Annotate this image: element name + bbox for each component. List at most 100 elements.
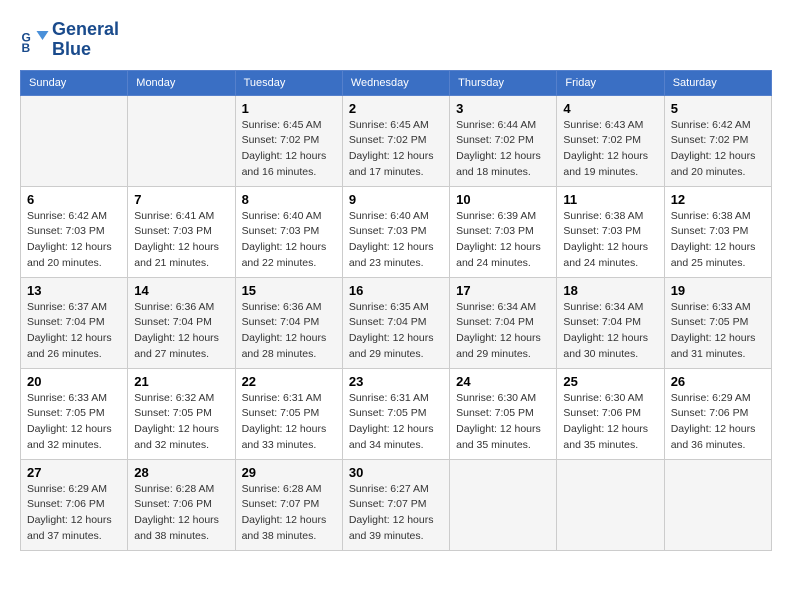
day-number: 17 xyxy=(456,283,550,298)
day-number: 2 xyxy=(349,101,443,116)
day-number: 10 xyxy=(456,192,550,207)
calendar-day-cell: 23Sunrise: 6:31 AM Sunset: 7:05 PM Dayli… xyxy=(342,368,449,459)
day-info: Sunrise: 6:30 AM Sunset: 7:05 PM Dayligh… xyxy=(456,391,550,454)
day-info: Sunrise: 6:44 AM Sunset: 7:02 PM Dayligh… xyxy=(456,118,550,181)
day-info: Sunrise: 6:32 AM Sunset: 7:05 PM Dayligh… xyxy=(134,391,228,454)
day-info: Sunrise: 6:36 AM Sunset: 7:04 PM Dayligh… xyxy=(134,300,228,363)
day-number: 9 xyxy=(349,192,443,207)
calendar-day-cell: 18 Sunrise: 6:34 AM Sunset: 7:04 PM Dayli… xyxy=(557,277,664,368)
calendar-day-cell: 2 Sunrise: 6:45 AM Sunset: 7:02 PM Daylig… xyxy=(342,95,449,186)
day-number: 21 xyxy=(134,374,228,389)
day-info: Sunrise: 6:27 AM Sunset: 7:07 PM Dayligh… xyxy=(349,482,443,545)
day-info: Sunrise: 6:42 AM Sunset: 7:03 PM Dayligh… xyxy=(27,209,121,272)
day-number: 1 xyxy=(242,101,336,116)
day-info: Sunrise: 6:30 AM Sunset: 7:06 PM Dayligh… xyxy=(563,391,657,454)
weekday-header: Wednesday xyxy=(342,70,449,95)
day-info: Sunrise: 6:29 AM Sunset: 7:06 PM Dayligh… xyxy=(27,482,121,545)
day-number: 20 xyxy=(27,374,121,389)
day-number: 13 xyxy=(27,283,121,298)
day-info: Sunrise: 6:33 AM Sunset: 7:05 PM Dayligh… xyxy=(27,391,121,454)
day-number: 22 xyxy=(242,374,336,389)
day-number: 30 xyxy=(349,465,443,480)
day-info: Sunrise: 6:38 AM Sunset: 7:03 PM Dayligh… xyxy=(563,209,657,272)
calendar-day-cell: 3 Sunrise: 6:44 AM Sunset: 7:02 PM Daylig… xyxy=(450,95,557,186)
calendar-day-cell: 28Sunrise: 6:28 AM Sunset: 7:06 PM Dayli… xyxy=(128,459,235,550)
calendar-table: SundayMondayTuesdayWednesdayThursdayFrid… xyxy=(20,70,772,551)
day-number: 8 xyxy=(242,192,336,207)
day-info: Sunrise: 6:37 AM Sunset: 7:04 PM Dayligh… xyxy=(27,300,121,363)
weekday-header: Friday xyxy=(557,70,664,95)
calendar-week-row: 20 Sunrise: 6:33 AM Sunset: 7:05 PM Dayli… xyxy=(21,368,772,459)
day-info: Sunrise: 6:40 AM Sunset: 7:03 PM Dayligh… xyxy=(242,209,336,272)
calendar-day-cell: 14 Sunrise: 6:36 AM Sunset: 7:04 PM Dayli… xyxy=(128,277,235,368)
weekday-header: Sunday xyxy=(21,70,128,95)
calendar-day-cell: 20 Sunrise: 6:33 AM Sunset: 7:05 PM Dayli… xyxy=(21,368,128,459)
calendar-day-cell: 22 Sunrise: 6:31 AM Sunset: 7:05 PM Dayli… xyxy=(235,368,342,459)
calendar-day-cell: 26Sunrise: 6:29 AM Sunset: 7:06 PM Dayli… xyxy=(664,368,771,459)
weekday-header: Saturday xyxy=(664,70,771,95)
calendar-day-cell: 17 Sunrise: 6:34 AM Sunset: 7:04 PM Dayli… xyxy=(450,277,557,368)
day-info: Sunrise: 6:31 AM Sunset: 7:05 PM Dayligh… xyxy=(242,391,336,454)
calendar-day-cell: 21 Sunrise: 6:32 AM Sunset: 7:05 PM Dayli… xyxy=(128,368,235,459)
calendar-day-cell: 11Sunrise: 6:38 AM Sunset: 7:03 PM Dayli… xyxy=(557,186,664,277)
day-number: 26 xyxy=(671,374,765,389)
day-number: 29 xyxy=(242,465,336,480)
calendar-day-cell: 27 Sunrise: 6:29 AM Sunset: 7:06 PM Dayli… xyxy=(21,459,128,550)
day-info: Sunrise: 6:35 AM Sunset: 7:04 PM Dayligh… xyxy=(349,300,443,363)
logo-icon: G B xyxy=(20,25,50,55)
calendar-day-cell: 6 Sunrise: 6:42 AM Sunset: 7:03 PM Daylig… xyxy=(21,186,128,277)
day-info: Sunrise: 6:41 AM Sunset: 7:03 PM Dayligh… xyxy=(134,209,228,272)
calendar-day-cell: 29 Sunrise: 6:28 AM Sunset: 7:07 PM Dayli… xyxy=(235,459,342,550)
calendar-day-cell: 1 Sunrise: 6:45 AM Sunset: 7:02 PM Daylig… xyxy=(235,95,342,186)
calendar-day-cell: 7Sunrise: 6:41 AM Sunset: 7:03 PM Daylig… xyxy=(128,186,235,277)
calendar-day-cell: 4Sunrise: 6:43 AM Sunset: 7:02 PM Daylig… xyxy=(557,95,664,186)
day-info: Sunrise: 6:38 AM Sunset: 7:03 PM Dayligh… xyxy=(671,209,765,272)
day-info: Sunrise: 6:28 AM Sunset: 7:07 PM Dayligh… xyxy=(242,482,336,545)
day-number: 5 xyxy=(671,101,765,116)
day-info: Sunrise: 6:45 AM Sunset: 7:02 PM Dayligh… xyxy=(349,118,443,181)
day-number: 14 xyxy=(134,283,228,298)
day-number: 27 xyxy=(27,465,121,480)
day-number: 3 xyxy=(456,101,550,116)
day-info: Sunrise: 6:33 AM Sunset: 7:05 PM Dayligh… xyxy=(671,300,765,363)
weekday-header: Thursday xyxy=(450,70,557,95)
calendar-week-row: 13 Sunrise: 6:37 AM Sunset: 7:04 PM Dayli… xyxy=(21,277,772,368)
day-number: 6 xyxy=(27,192,121,207)
calendar-day-cell: 8 Sunrise: 6:40 AM Sunset: 7:03 PM Daylig… xyxy=(235,186,342,277)
day-info: Sunrise: 6:40 AM Sunset: 7:03 PM Dayligh… xyxy=(349,209,443,272)
day-info: Sunrise: 6:43 AM Sunset: 7:02 PM Dayligh… xyxy=(563,118,657,181)
day-number: 15 xyxy=(242,283,336,298)
calendar-day-cell: 12 Sunrise: 6:38 AM Sunset: 7:03 PM Dayli… xyxy=(664,186,771,277)
day-info: Sunrise: 6:34 AM Sunset: 7:04 PM Dayligh… xyxy=(456,300,550,363)
calendar-week-row: 6 Sunrise: 6:42 AM Sunset: 7:03 PM Daylig… xyxy=(21,186,772,277)
day-number: 28 xyxy=(134,465,228,480)
calendar-day-cell: 5 Sunrise: 6:42 AM Sunset: 7:02 PM Daylig… xyxy=(664,95,771,186)
day-info: Sunrise: 6:39 AM Sunset: 7:03 PM Dayligh… xyxy=(456,209,550,272)
calendar-day-cell: 19 Sunrise: 6:33 AM Sunset: 7:05 PM Dayli… xyxy=(664,277,771,368)
calendar-day-cell xyxy=(128,95,235,186)
weekday-header: Monday xyxy=(128,70,235,95)
calendar-day-cell xyxy=(664,459,771,550)
logo-name: General Blue xyxy=(52,20,119,60)
weekday-header: Tuesday xyxy=(235,70,342,95)
day-number: 18 xyxy=(563,283,657,298)
calendar-day-cell: 15 Sunrise: 6:36 AM Sunset: 7:04 PM Dayli… xyxy=(235,277,342,368)
calendar-day-cell xyxy=(21,95,128,186)
calendar-day-cell: 10 Sunrise: 6:39 AM Sunset: 7:03 PM Dayli… xyxy=(450,186,557,277)
calendar-week-row: 27 Sunrise: 6:29 AM Sunset: 7:06 PM Dayli… xyxy=(21,459,772,550)
svg-text:B: B xyxy=(22,41,31,55)
day-info: Sunrise: 6:42 AM Sunset: 7:02 PM Dayligh… xyxy=(671,118,765,181)
day-info: Sunrise: 6:34 AM Sunset: 7:04 PM Dayligh… xyxy=(563,300,657,363)
day-number: 12 xyxy=(671,192,765,207)
logo: G B General Blue xyxy=(20,20,119,60)
day-number: 16 xyxy=(349,283,443,298)
day-number: 19 xyxy=(671,283,765,298)
calendar-day-cell: 24Sunrise: 6:30 AM Sunset: 7:05 PM Dayli… xyxy=(450,368,557,459)
calendar-week-row: 1 Sunrise: 6:45 AM Sunset: 7:02 PM Daylig… xyxy=(21,95,772,186)
day-info: Sunrise: 6:36 AM Sunset: 7:04 PM Dayligh… xyxy=(242,300,336,363)
day-info: Sunrise: 6:45 AM Sunset: 7:02 PM Dayligh… xyxy=(242,118,336,181)
day-number: 23 xyxy=(349,374,443,389)
calendar-day-cell: 30 Sunrise: 6:27 AM Sunset: 7:07 PM Dayli… xyxy=(342,459,449,550)
day-number: 25 xyxy=(563,374,657,389)
weekday-header-row: SundayMondayTuesdayWednesdayThursdayFrid… xyxy=(21,70,772,95)
